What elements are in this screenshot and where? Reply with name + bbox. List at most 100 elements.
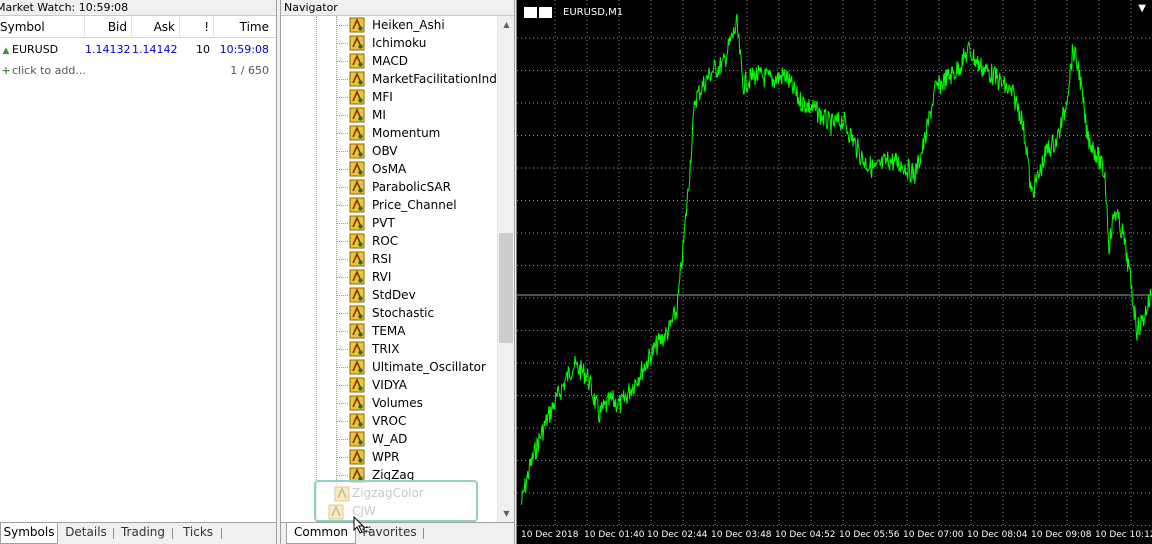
navigator-item-label: VIDYA	[372, 378, 407, 392]
time-axis-label: 10 Dec 01:40	[584, 530, 645, 540]
scroll-thumb[interactable]	[499, 233, 513, 343]
navigator-item[interactable]: Stochastic	[337, 304, 497, 322]
navigator-item-label: TEMA	[372, 324, 406, 338]
col-spread[interactable]: !	[180, 16, 214, 38]
navigator-item[interactable]: ROC	[337, 232, 497, 250]
chart-corner-arrow-icon[interactable]: ▼	[1138, 3, 1146, 14]
chart-title: EURUSD,M1	[563, 7, 624, 18]
time-axis-label: 10 Dec 07:00	[903, 530, 964, 540]
navigator-title: Navigator	[281, 0, 514, 16]
indicator-icon	[349, 35, 365, 51]
navigator-item[interactable]: RSI	[337, 250, 497, 268]
indicator-icon	[349, 431, 365, 447]
time-axis-label: 10 Dec 02:44	[647, 530, 708, 540]
navigator-tabs: Common Favorites	[281, 522, 514, 544]
navigator-item[interactable]: WPR	[337, 448, 497, 466]
indicator-icon	[349, 287, 365, 303]
navigator-item-label: Price_Channel	[372, 198, 457, 212]
navigator-item-label: OBV	[372, 144, 398, 158]
symbol-count: 1 / 650	[230, 64, 269, 77]
navigator-item[interactable]: MACD	[337, 52, 497, 70]
time-axis: 10 Dec 2018 10 Dec 01:40 10 Dec 02:44 10 De…	[517, 526, 1152, 544]
add-symbol-row[interactable]: +click to add... 1 / 650	[0, 60, 276, 81]
navigator-tree[interactable]: Heiken_Ashi Ichimoku MACD MarketFacilitatio…	[281, 16, 497, 522]
scroll-down-icon[interactable]: ▼	[498, 505, 514, 522]
navigator-item-label: MACD	[372, 54, 408, 68]
indicator-icon	[328, 504, 344, 520]
time-axis-label: 10 Dec 05:56	[839, 530, 900, 540]
time-axis-label: 10 Dec 09:08	[1031, 530, 1092, 540]
navigator-item[interactable]: TRIX	[337, 340, 497, 358]
market-watch-header: Symbol Bid Ask ! Time	[0, 16, 276, 38]
tab-ticks[interactable]: Ticks	[174, 523, 222, 544]
navigator-item[interactable]: Volumes	[337, 394, 497, 412]
navigator-item[interactable]: MarketFacilitationIndex	[337, 70, 497, 88]
indicator-icon	[349, 197, 365, 213]
navigator-item[interactable]: TEMA	[337, 322, 497, 340]
navigator-scrollbar[interactable]: ▲ ▼	[497, 16, 514, 522]
time-axis-label: 10 Dec 03:48	[711, 530, 772, 540]
navigator-item-label: RSI	[372, 252, 392, 266]
navigator-item[interactable]: VIDYA	[337, 376, 497, 394]
chart-trade-icon[interactable]	[539, 7, 552, 18]
navigator-item[interactable]: OBV	[337, 142, 497, 160]
price-chart[interactable]	[517, 0, 1152, 526]
navigator-item[interactable]: W_AD	[337, 430, 497, 448]
navigator-item[interactable]: PVT	[337, 214, 497, 232]
tab-symbols[interactable]: Symbols	[0, 523, 58, 544]
navigator-item-label: ParabolicSAR	[372, 180, 451, 194]
tab-common[interactable]: Common	[286, 523, 356, 544]
indicator-icon	[349, 17, 365, 33]
indicator-icon	[349, 89, 365, 105]
navigator-item-label: ROC	[372, 234, 399, 248]
col-bid[interactable]: Bid	[85, 16, 132, 38]
tab-details[interactable]: Details	[60, 523, 112, 544]
indicator-icon	[349, 359, 365, 375]
navigator-item[interactable]: ParabolicSAR	[337, 178, 497, 196]
chart-icons	[524, 7, 554, 21]
scroll-up-icon[interactable]: ▲	[498, 16, 514, 33]
navigator-item[interactable]: Heiken_Ashi	[337, 16, 497, 34]
col-symbol[interactable]: Symbol	[0, 16, 85, 38]
tab-trading[interactable]: Trading	[115, 523, 171, 544]
indicator-icon	[349, 107, 365, 123]
navigator-item[interactable]: OsMA	[337, 160, 497, 178]
indicator-icon	[349, 305, 365, 321]
navigator-item-label: StdDev	[372, 288, 416, 302]
indicator-icon	[349, 269, 365, 285]
time-axis-label: 10 Dec 04:52	[775, 530, 836, 540]
navigator-item[interactable]: VROC	[337, 412, 497, 430]
navigator-item[interactable]: MI	[337, 106, 497, 124]
indicator-icon	[349, 143, 365, 159]
indicator-icon	[349, 449, 365, 465]
col-ask[interactable]: Ask	[132, 16, 180, 38]
navigator-item[interactable]: Ultimate_Oscillator	[337, 358, 497, 376]
indicator-icon	[349, 251, 365, 267]
col-time[interactable]: Time	[214, 16, 276, 38]
navigator-item[interactable]: Ichimoku	[337, 34, 497, 52]
navigator-item-label: Stochastic	[372, 306, 435, 320]
navigator-item-label: VROC	[372, 414, 407, 428]
navigator-item[interactable]: MFI	[337, 88, 497, 106]
symbol-row-eurusd[interactable]: ▲ EURUSD 1.14132 1.14142 10 10:59:08	[0, 39, 276, 60]
navigator-item[interactable]: Price_Channel	[337, 196, 497, 214]
ask-value: 1.14142	[132, 43, 178, 56]
navigator-item[interactable]: StdDev	[337, 286, 497, 304]
spread-value: 10	[196, 43, 210, 56]
navigator-item[interactable]: RVI	[337, 268, 497, 286]
indicator-icon	[349, 125, 365, 141]
indicator-icon	[349, 233, 365, 249]
navigator-item-label: MI	[372, 108, 386, 122]
navigator-item[interactable]: Momentum	[337, 124, 497, 142]
chart-menu-icon[interactable]	[524, 7, 537, 18]
indicator-icon	[349, 413, 365, 429]
market-watch-panel: Market Watch: 10:59:08 Symbol Bid Ask ! …	[0, 0, 277, 544]
chart-window[interactable]: EURUSD,M1 ▼ 10 Dec 2018 10 Dec 01:40 10 De…	[516, 0, 1152, 544]
time-value: 10:59:08	[219, 43, 269, 56]
navigator-item-label: W_AD	[372, 432, 408, 446]
time-axis-label: 10 Dec 08:04	[967, 530, 1028, 540]
indicator-icon	[334, 486, 350, 502]
navigator-item-label: TRIX	[372, 342, 400, 356]
indicator-icon	[349, 323, 365, 339]
navigator-item-label: Ultimate_Oscillator	[372, 360, 486, 374]
